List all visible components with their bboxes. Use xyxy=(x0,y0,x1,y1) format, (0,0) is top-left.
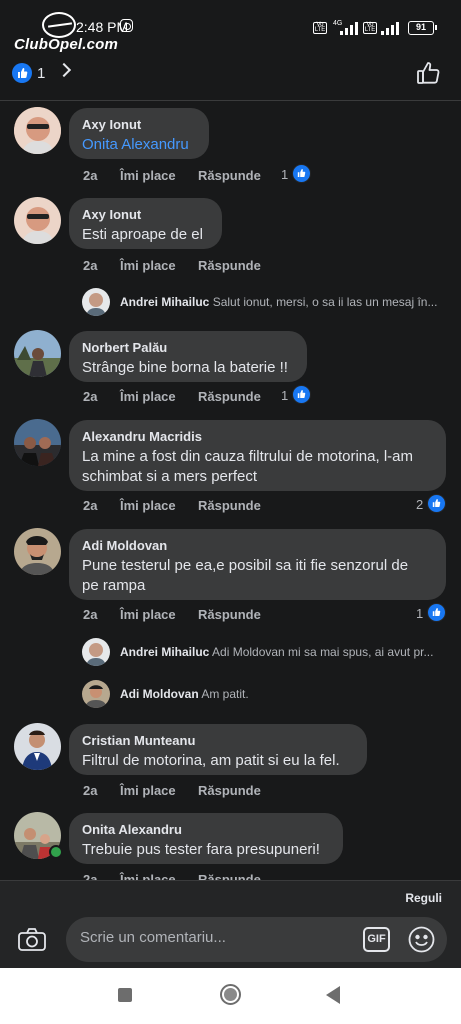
reply-author[interactable]: Andrei Mihailuc xyxy=(120,645,209,659)
reply-button[interactable]: Răspunde xyxy=(198,389,261,404)
comment-text: Esti aproape de el xyxy=(82,226,203,243)
opel-logo-icon xyxy=(42,12,76,38)
comment-composer: Reguli GIF xyxy=(0,880,461,968)
comment-age: 2a xyxy=(83,872,98,880)
reply-author[interactable]: Adi Moldovan xyxy=(120,687,199,701)
comment-bubble: Alexandru Macridis La mine a fost din ca… xyxy=(69,420,446,491)
battery-icon: 91 xyxy=(408,21,437,35)
comment-author[interactable]: Cristian Munteanu xyxy=(82,733,354,749)
comment-text-line-1: La mine a fost din cauza filtrului de mo… xyxy=(82,448,413,465)
comment-bubble: Cristian Munteanu Filtrul de motorina, a… xyxy=(69,724,367,775)
header-like-count[interactable]: 1 xyxy=(37,65,45,82)
comment-age: 2a xyxy=(83,168,98,183)
home-icon[interactable] xyxy=(220,984,241,1005)
comment-text: Strânge bine borna la baterie !! xyxy=(82,359,288,376)
avatar[interactable] xyxy=(82,638,110,666)
comment-bubble: Axy Ionut Onita Alexandru xyxy=(69,108,209,159)
avatar[interactable] xyxy=(14,528,61,575)
like-reaction-icon[interactable] xyxy=(292,164,311,183)
comment-input-wrapper: GIF xyxy=(66,917,447,962)
comment-author[interactable]: Norbert Palău xyxy=(82,340,294,356)
reply-button[interactable]: Răspunde xyxy=(198,607,261,622)
volte-badge-1: Vo LTE xyxy=(313,22,327,34)
like-reaction-icon[interactable] xyxy=(292,385,311,404)
signal-icon-2 xyxy=(381,22,401,35)
like-button[interactable]: Îmi place xyxy=(120,498,176,513)
comment-age: 2a xyxy=(83,258,98,273)
avatar[interactable] xyxy=(14,419,61,466)
camera-icon[interactable] xyxy=(18,928,46,951)
reaction-count[interactable]: 1 xyxy=(281,388,288,403)
comment-text-line-2: schimbat si a mers perfect xyxy=(82,468,258,485)
online-status-icon xyxy=(49,845,63,859)
avatar[interactable] xyxy=(14,197,61,244)
reply-button[interactable]: Răspunde xyxy=(198,258,261,273)
mention-link[interactable]: Onita Alexandru xyxy=(82,136,189,153)
comment-author[interactable]: Axy Ionut xyxy=(82,207,209,223)
reply-text: Adi Moldovan mi sa mai spus, ai avut pr.… xyxy=(212,645,434,659)
reaction-count[interactable]: 1 xyxy=(416,606,423,621)
like-button[interactable]: Îmi place xyxy=(120,607,176,622)
reaction-count[interactable]: 1 xyxy=(281,167,288,182)
reply-button[interactable]: Răspunde xyxy=(198,168,261,183)
comment-actions: 2a Îmi place Răspunde xyxy=(83,872,313,880)
reply-author[interactable]: Andrei Mihailuc xyxy=(120,295,209,309)
reply-button[interactable]: Răspunde xyxy=(198,783,261,798)
comment-author[interactable]: Alexandru Macridis xyxy=(82,429,433,445)
reply-preview[interactable]: Andrei Mihailuc Adi Moldovan mi sa mai s… xyxy=(82,638,452,668)
avatar[interactable] xyxy=(14,107,61,154)
thumbs-up-icon[interactable] xyxy=(416,60,442,86)
reply-preview[interactable]: Andrei Mihailuc Salut ionut, mersi, o sa… xyxy=(82,288,452,318)
comment-age: 2a xyxy=(83,498,98,513)
like-button[interactable]: Îmi place xyxy=(120,389,176,404)
comment-author[interactable]: Axy Ionut xyxy=(82,117,196,133)
signal-icon xyxy=(340,22,360,35)
instagram-icon xyxy=(120,19,133,32)
comment-author[interactable]: Adi Moldovan xyxy=(82,538,433,554)
like-button[interactable]: Îmi place xyxy=(120,168,176,183)
reply-button[interactable]: Răspunde xyxy=(198,498,261,513)
system-nav-bar xyxy=(0,968,461,1024)
like-button[interactable]: Îmi place xyxy=(120,872,176,880)
comment-text: Trebuie pus tester fara presupuneri! xyxy=(82,841,320,858)
reply-text: Salut ionut, mersi, o sa ii las un mesaj… xyxy=(212,295,438,309)
comment-text-line-1: Pune testerul pe ea,e posibil sa iti fie… xyxy=(82,557,409,574)
back-icon[interactable] xyxy=(326,986,340,1004)
comment-bubble: Onita Alexandru Trebuie pus tester fara … xyxy=(69,813,343,864)
reply-text: Am patit. xyxy=(201,687,249,701)
like-reaction-icon[interactable] xyxy=(427,603,446,622)
avatar[interactable] xyxy=(14,723,61,770)
comments-header: 1 xyxy=(0,44,461,101)
like-button[interactable]: Îmi place xyxy=(120,783,176,798)
comment-age: 2a xyxy=(83,607,98,622)
reply-preview[interactable]: Adi Moldovan Am patit. xyxy=(82,680,452,710)
comment-bubble: Adi Moldovan Pune testerul pe ea,e posib… xyxy=(69,529,446,600)
recent-apps-icon[interactable] xyxy=(118,988,132,1002)
comment-bubble: Axy Ionut Esti aproape de el xyxy=(69,198,222,249)
avatar[interactable] xyxy=(82,288,110,316)
rules-link[interactable]: Reguli xyxy=(405,891,442,905)
comment-author[interactable]: Onita Alexandru xyxy=(82,822,330,838)
gif-button[interactable]: GIF xyxy=(363,927,390,952)
reaction-count[interactable]: 2 xyxy=(416,497,423,512)
comment-input[interactable] xyxy=(80,929,350,946)
comment-bubble: Norbert Palău Strânge bine borna la bate… xyxy=(69,331,307,382)
avatar[interactable] xyxy=(82,680,110,708)
comment-age: 2a xyxy=(83,389,98,404)
volte-badge-2: Vo LTE xyxy=(363,22,377,34)
comment-age: 2a xyxy=(83,783,98,798)
comment-text-line-2: pe rampa xyxy=(82,577,146,594)
status-bar: 2:48 PM Vo LTE 4G Vo LTE 91 ClubOpel.com xyxy=(0,0,461,53)
reply-button[interactable]: Răspunde xyxy=(198,872,261,880)
comment-text: Filtrul de motorina, am patit si eu la f… xyxy=(82,752,340,769)
like-button[interactable]: Îmi place xyxy=(120,258,176,273)
like-reaction-icon[interactable] xyxy=(427,494,446,513)
emoji-icon[interactable] xyxy=(408,926,435,953)
chevron-right-icon[interactable] xyxy=(56,62,72,78)
like-reaction-icon[interactable] xyxy=(12,63,32,83)
avatar[interactable] xyxy=(14,330,61,377)
